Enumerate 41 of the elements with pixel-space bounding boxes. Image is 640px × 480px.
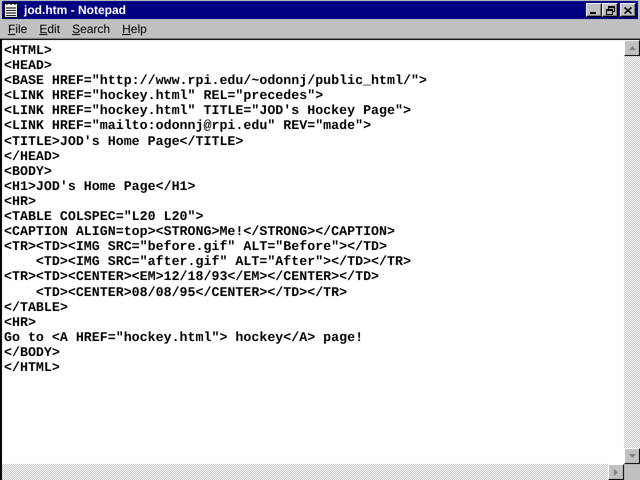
restore-icon: [606, 6, 614, 14]
code-line: </TABLE>: [4, 300, 68, 315]
code-line: Go to <A HREF="hockey.html"> hockey</A> page!: [4, 330, 364, 345]
code-line: <TITLE>JOD's Home Page</TITLE>: [4, 134, 244, 149]
code-line: <LINK HREF="mailto:odonnj@rpi.edu" REV="made">: [4, 118, 372, 134]
code-line: <HEAD>: [4, 58, 52, 74]
code-line: <HTML>: [4, 43, 52, 58]
scroll-up-button[interactable]: [624, 40, 640, 56]
code-line: </BODY>: [4, 344, 60, 360]
menu-item[interactable]: Search: [66, 22, 116, 36]
menu-item[interactable]: File: [2, 22, 34, 36]
vertical-scrollbar[interactable]: [624, 40, 640, 464]
restore-button[interactable]: [602, 3, 618, 17]
code-line: <LINK HREF="hockey.html" TITLE="JOD's Hockey Page">: [4, 103, 411, 118]
close-icon: [624, 6, 632, 14]
menu-item[interactable]: Edit: [33, 22, 66, 36]
code-line: <CAPTION ALIGN=top><STRONG>Me!</STRONG></CAPTION>: [4, 224, 395, 240]
close-button[interactable]: [620, 3, 636, 17]
window-title: jod.htm - Notepad: [24, 3, 127, 17]
scroll-right-button[interactable]: [608, 464, 624, 480]
code-line: <BODY>: [4, 164, 52, 179]
code-line: <HR>: [4, 314, 36, 330]
notepad-icon: [4, 2, 18, 18]
code-line: <H1>JOD's Home Page</H1>: [4, 178, 196, 194]
code-line: <LINK HREF="hockey.html" REL="precedes">: [4, 88, 324, 104]
up-arrow-icon: [628, 46, 636, 50]
menu-item[interactable]: Help: [116, 22, 153, 36]
code-line: <TABLE COLSPEC="L20 L20">: [4, 209, 204, 224]
code-line: <TD><CENTER>08/08/95</CENTER></TD></TR>: [34, 284, 348, 300]
down-arrow-icon: [628, 454, 636, 458]
code-line: <HR>: [4, 194, 36, 210]
code-line: </HEAD>: [4, 148, 60, 164]
code-line: <TD><IMG SRC="after.gif" ALT="After"></TD></TR>: [34, 254, 411, 270]
code-line: <TR><TD><CENTER><EM>12/18/93</EM></CENTER></TD>: [4, 269, 380, 284]
right-arrow-icon: [614, 468, 618, 476]
code-line: <TR><TD><IMG SRC="before.gif" ALT="Before"></TD>: [4, 239, 388, 254]
minimize-button[interactable]: [586, 3, 602, 17]
code-line: </HTML>: [4, 360, 60, 376]
code-line: <BASE HREF="http://www.rpi.edu/~odonnj/public_html/">: [4, 73, 427, 88]
scroll-down-button[interactable]: [624, 448, 640, 464]
horizontal-scrollbar[interactable]: [2, 464, 624, 480]
